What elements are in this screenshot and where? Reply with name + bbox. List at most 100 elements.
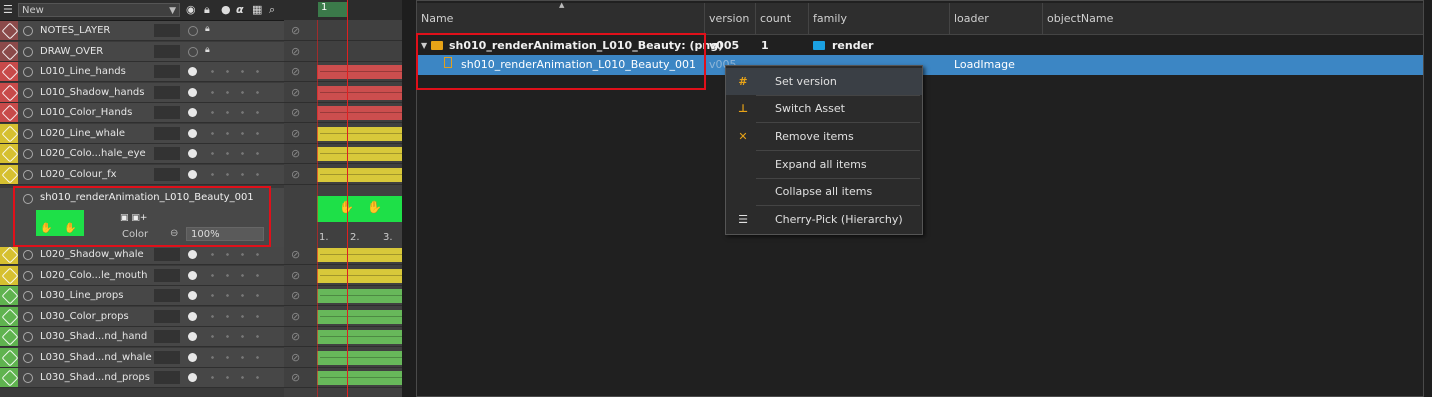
visibility-icon[interactable]: [188, 169, 197, 179]
layer-toggle-icon[interactable]: [23, 291, 33, 301]
visibility-icon[interactable]: [188, 373, 197, 382]
layer-color-tag[interactable]: [0, 41, 18, 61]
column-header-name[interactable]: Name: [417, 3, 705, 34]
timeline-bar[interactable]: [317, 268, 402, 283]
layer-row[interactable]: NOTES_LAYER 🔒︎: [0, 21, 284, 41]
layer-toggle-icon[interactable]: [23, 26, 33, 36]
menu-item-expand-all[interactable]: Expand all items: [726, 151, 922, 178]
layer-toggle-icon[interactable]: [23, 332, 33, 342]
timeline-bar[interactable]: [317, 309, 402, 324]
column-header-family[interactable]: family: [809, 3, 950, 34]
visibility-icon[interactable]: [188, 67, 197, 76]
layer-row[interactable]: L030_Shad...nd_props: [0, 368, 284, 388]
layer-color-tag[interactable]: [0, 327, 18, 346]
layer-options-dots[interactable]: [205, 152, 265, 155]
layer-row[interactable]: L020_Colo...le_mouth: [0, 265, 284, 286]
layer-row[interactable]: L020_Shadow_whale: [0, 245, 284, 265]
timeline-bar[interactable]: [317, 371, 402, 385]
timeline-bar[interactable]: [317, 350, 402, 365]
layer-toggle-icon[interactable]: [23, 169, 33, 180]
layer-toggle-icon[interactable]: [23, 250, 33, 260]
timeline-bar[interactable]: [317, 106, 402, 120]
layer-color-tag[interactable]: [0, 82, 18, 102]
layer-row[interactable]: L030_Shad...nd_hand: [0, 327, 284, 347]
current-frame[interactable]: 1: [318, 2, 348, 17]
layer-row[interactable]: L010_Shadow_hands: [0, 82, 284, 103]
menu-item-cherry-pick[interactable]: ☰ Cherry-Pick (Hierarchy): [726, 206, 922, 233]
layer-toggle-icon[interactable]: [23, 352, 33, 363]
layer-options-dots[interactable]: [205, 70, 265, 73]
layer-color-tag[interactable]: [0, 368, 18, 387]
column-header-version[interactable]: version: [705, 3, 756, 34]
column-header-loader[interactable]: loader: [950, 3, 1043, 34]
timeline-track[interactable]: ⊘: [284, 165, 402, 185]
layer-row[interactable]: L030_Shad...nd_whale: [0, 347, 284, 368]
timeline-track[interactable]: ⊘: [284, 62, 402, 82]
timeline-bar[interactable]: [317, 85, 402, 100]
layer-color-tag[interactable]: [0, 123, 18, 143]
layer-color-tag[interactable]: [0, 103, 18, 122]
layer-row[interactable]: DRAW_OVER 🔒︎: [0, 41, 284, 62]
visibility-icon[interactable]: [188, 291, 197, 300]
visibility-icon[interactable]: [188, 128, 197, 138]
menu-item-switch-asset[interactable]: ⊥ Switch Asset: [726, 95, 922, 122]
grid-icon[interactable]: ▦: [252, 3, 262, 17]
visibility-icon[interactable]: [188, 108, 197, 117]
layer-color-tag[interactable]: [0, 286, 18, 305]
eye-icon[interactable]: ◉: [186, 3, 196, 17]
lock-icon[interactable]: 🔒︎: [205, 45, 210, 55]
menu-item-collapse-all[interactable]: Collapse all items: [726, 178, 922, 205]
timeline-bar[interactable]: [317, 65, 402, 79]
timeline-track[interactable]: ⊘: [284, 266, 402, 286]
layer-toggle-icon[interactable]: [23, 128, 33, 139]
layer-row[interactable]: L020_Line_whale: [0, 123, 284, 144]
layer-toggle-icon[interactable]: [23, 373, 33, 383]
timeline-bar[interactable]: [317, 126, 402, 141]
search-icon[interactable]: ⌕: [269, 3, 275, 17]
timeline-bar[interactable]: [317, 330, 402, 344]
layer-options-dots[interactable]: [205, 131, 265, 135]
menu-item-set-version[interactable]: # Set version: [726, 68, 922, 95]
layer-options-dots[interactable]: [205, 376, 265, 379]
layer-options-dots[interactable]: [205, 253, 265, 256]
column-header-count[interactable]: count: [756, 3, 809, 34]
layer-color-tag[interactable]: [0, 245, 18, 264]
visibility-icon[interactable]: [188, 87, 197, 97]
timeline-track[interactable]: ⊘: [284, 21, 402, 41]
timeline-track[interactable]: ⊘: [284, 327, 402, 347]
layer-toggle-icon[interactable]: [23, 67, 33, 77]
layers-icon[interactable]: ☰: [3, 3, 13, 17]
column-header-objectname[interactable]: objectName: [1043, 3, 1423, 34]
timeline-track[interactable]: ⊘: [284, 348, 402, 368]
playhead-marker[interactable]: [347, 0, 348, 397]
lock-icon[interactable]: 🔒︎: [204, 3, 210, 17]
layer-row[interactable]: L030_Color_props: [0, 306, 284, 327]
timeline-track[interactable]: ⊘: [284, 307, 402, 327]
visibility-icon[interactable]: [188, 270, 197, 280]
layer-options-dots[interactable]: [205, 273, 265, 277]
layer-options-dots[interactable]: [205, 355, 265, 359]
timeline-track[interactable]: ⊘: [284, 124, 402, 144]
timeline-selected-track[interactable]: ✋✋: [317, 196, 402, 222]
layer-color-tag[interactable]: [0, 265, 18, 285]
timeline-track[interactable]: ⊘: [284, 368, 402, 388]
timeline-track[interactable]: ⊘: [284, 286, 402, 306]
layer-toggle-icon[interactable]: [23, 149, 33, 159]
layer-color-tag[interactable]: [0, 306, 18, 326]
timeline-track[interactable]: ⊘: [284, 103, 402, 123]
visibility-icon[interactable]: [188, 332, 197, 341]
bulb-icon[interactable]: ●: [221, 3, 231, 17]
timeline-track[interactable]: ⊘: [284, 144, 402, 164]
timeline-track[interactable]: ⊘: [284, 42, 402, 62]
layer-color-tag[interactable]: [0, 164, 18, 184]
layer-row[interactable]: L010_Line_hands: [0, 62, 284, 82]
layer-color-tag[interactable]: [0, 21, 18, 40]
timeline-track[interactable]: ⊘: [284, 83, 402, 103]
layer-toggle-icon[interactable]: [23, 108, 33, 118]
layer-toggle-icon[interactable]: [23, 87, 33, 98]
timeline-bar[interactable]: [317, 167, 402, 182]
layer-color-tag[interactable]: [0, 62, 18, 81]
layer-color-tag[interactable]: [0, 144, 18, 163]
visibility-icon[interactable]: [188, 311, 197, 321]
visibility-icon[interactable]: [188, 26, 198, 36]
